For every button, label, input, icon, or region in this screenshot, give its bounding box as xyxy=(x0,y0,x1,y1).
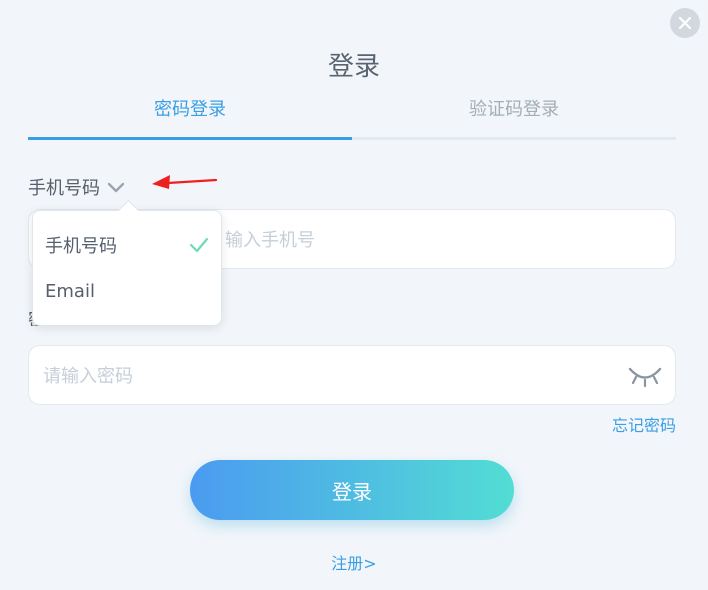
password-input[interactable]: 请输入密码 xyxy=(28,345,676,405)
tab-password-login[interactable]: 密码登录 xyxy=(28,96,352,140)
check-icon xyxy=(189,237,209,253)
dropdown-option-email[interactable]: Email xyxy=(33,268,221,314)
eye-closed-icon[interactable] xyxy=(627,364,663,388)
chevron-down-icon xyxy=(107,182,125,193)
tab-code-login[interactable]: 验证码登录 xyxy=(352,96,676,140)
phone-placeholder: 输入手机号 xyxy=(225,230,315,251)
close-icon xyxy=(678,16,692,30)
annotation-arrow-icon xyxy=(152,175,218,189)
login-tabs: 密码登录 验证码登录 xyxy=(28,96,676,140)
login-button[interactable]: 登录 xyxy=(190,460,514,520)
dropdown-option-phone[interactable]: 手机号码 xyxy=(33,222,221,268)
dropdown-option-phone-label: 手机号码 xyxy=(45,236,117,257)
register-link[interactable]: 注册> xyxy=(0,550,708,574)
close-button[interactable] xyxy=(670,8,700,38)
dialog-title: 登录 xyxy=(327,52,380,82)
account-type-label: 手机号码 xyxy=(28,178,100,199)
forgot-password-link[interactable]: 忘记密码 xyxy=(612,412,676,436)
password-placeholder: 请输入密码 xyxy=(43,366,133,387)
account-type-dropdown: 手机号码 Email xyxy=(32,210,222,326)
dropdown-option-email-label: Email xyxy=(45,280,95,302)
account-type-select[interactable]: 手机号码 xyxy=(28,174,126,200)
